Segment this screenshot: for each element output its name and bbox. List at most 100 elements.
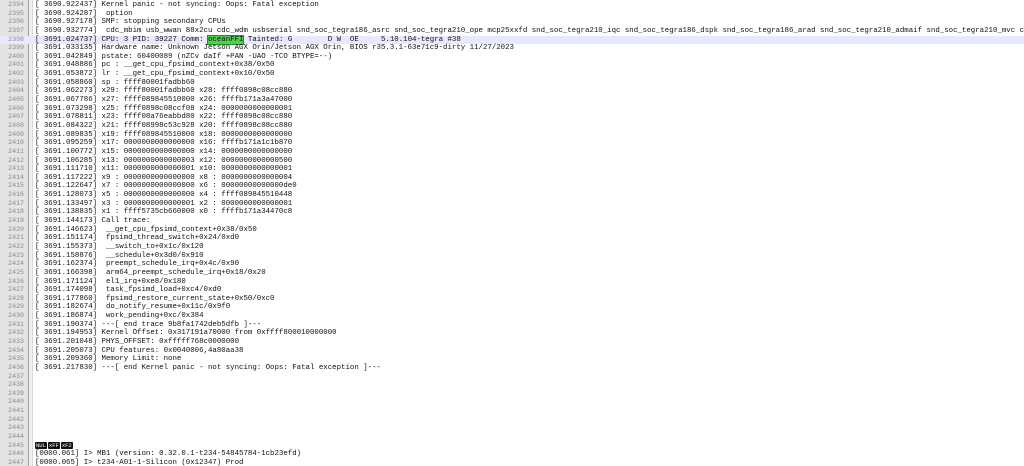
line-text: [ 3691.073298] x25: ffff0898c08ccf08 x24… <box>35 104 293 113</box>
editor-line[interactable]: 2429 [ 3691.182674] do_notify_resume+0x11… <box>0 303 1024 312</box>
line-text: [ 3691.158876] __schedule+0x3d0/0x910 <box>35 251 204 260</box>
editor-line[interactable]: 2406 [ 3691.073298] x25: ffff0898c08ccf08… <box>0 105 1024 114</box>
line-number: 2413 <box>8 165 24 173</box>
editor-line[interactable]: 2412 [ 3691.106285] x13: 0000000000000003… <box>0 157 1024 166</box>
editor-line[interactable]: 2402 [ 3691.053872] lr : __get_cpu_fpsimd… <box>0 70 1024 79</box>
search-match-highlight: oceanFFI <box>206 34 245 45</box>
line-number: 2422 <box>8 242 24 250</box>
editor-line[interactable]: 2410 [ 3691.095259] x17: 0000000000000000… <box>0 139 1024 148</box>
line-number: 2407 <box>8 113 24 121</box>
line-number: 2428 <box>8 294 24 302</box>
editor-line[interactable]: 2432 [ 3691.194953] Kernel Offset: 0x3171… <box>0 329 1024 338</box>
editor-line[interactable]: 2433 [ 3691.201048] PHYS_OFFSET: 0xfffff7… <box>0 338 1024 347</box>
editor-line[interactable]: 2438 <box>0 381 1024 390</box>
editor-line[interactable]: 2439 <box>0 390 1024 399</box>
line-number: 2432 <box>8 329 24 337</box>
editor-line[interactable]: 2431 [ 3691.190374] ---[ end trace 9b8fa1… <box>0 321 1024 330</box>
editor-line[interactable]: 2409 [ 3691.089835] x19: ffff089845510000… <box>0 131 1024 140</box>
editor-line[interactable]: 2417 [ 3691.133497] x3 : 0000000000000001… <box>0 200 1024 209</box>
line-text: [ 3691.053872] lr : __get_cpu_fpsimd_con… <box>35 70 275 79</box>
line-number: 2433 <box>8 337 24 345</box>
line-number: 2434 <box>8 346 24 354</box>
editor-line[interactable]: 2418 [ 3691.138835] x1 : ffff5735cb660000… <box>0 208 1024 217</box>
editor-line[interactable]: 2436 [ 3691.217830] ---[ end Kernel panic… <box>0 364 1024 373</box>
line-text: [ 3691.177860] fpsimd_restore_current_st… <box>35 294 275 303</box>
editor-line[interactable]: 2440 <box>0 398 1024 407</box>
editor-line[interactable]: 2416 [ 3691.128073] x5 : 0000000000000000… <box>0 191 1024 200</box>
editor-line[interactable]: 2447 [0000.065] I> t234-A01-1-Silicon (0x… <box>0 459 1024 466</box>
line-number: 2412 <box>8 156 24 164</box>
line-text: [ 3691.166398] arm64_preempt_schedule_ir… <box>35 268 266 277</box>
editor-line[interactable]: 2408 [ 3691.084322] x21: ffff08998c53c928… <box>0 122 1024 131</box>
editor-line[interactable]: 2394 [ 3690.922437] Kernel panic - not sy… <box>0 1 1024 10</box>
line-text: [ 3691.042849] pstate: 60400089 (nZCv da… <box>35 52 333 61</box>
editor-line[interactable]: 2404 [ 3691.062273] x29: ffff80001fadbb60… <box>0 87 1024 96</box>
line-text: [ 3691.155373] __switch_to+0x1c/0x120 <box>35 242 204 251</box>
line-number: 2437 <box>8 372 24 380</box>
line-text: [ 3691.138835] x1 : ffff5735cb660000 x0 … <box>35 208 293 217</box>
editor-line[interactable]: 2421 [ 3691.151174] fpsimd_thread_switch+… <box>0 234 1024 243</box>
editor-line[interactable]: 2399 [ 3691.033135] Hardware name: Unknow… <box>0 44 1024 53</box>
line-number: 2420 <box>8 225 24 233</box>
line-text: [ 3691.033135] Hardware name: Unknown Je… <box>35 44 514 53</box>
editor-line[interactable]: 2442 <box>0 416 1024 425</box>
line-number: 2403 <box>8 78 24 86</box>
line-number: 2425 <box>8 268 24 276</box>
editor-line[interactable]: 2430 [ 3691.186874] work_pending+0xc/0x38… <box>0 312 1024 321</box>
editor-line[interactable]: 2403 [ 3691.058860] sp : ffff80001fadbb60 <box>0 79 1024 88</box>
line-text: [ 3691.058860] sp : ffff80001fadbb60 <box>35 78 195 87</box>
editor-line[interactable]: 2427 [ 3691.174098] task_fpsimd_load+0xc4… <box>0 286 1024 295</box>
editor-line[interactable]: 2422 [ 3691.155373] __switch_to+0x1c/0x12… <box>0 243 1024 252</box>
editor-line[interactable]: 2425 [ 3691.166398] arm64_preempt_schedul… <box>0 269 1024 278</box>
line-text: [0000.061] I> MB1 (version: 0.32.0.1-t23… <box>35 450 302 459</box>
line-number: 2416 <box>8 191 24 199</box>
editor-line[interactable]: 2400 [ 3691.042849] pstate: 60400089 (nZC… <box>0 53 1024 62</box>
editor-line[interactable]: 2401 [ 3691.048886] pc : __get_cpu_fpsimd… <box>0 61 1024 70</box>
control-char-marker: xFF <box>47 441 60 449</box>
editor-line[interactable]: 2424 [ 3691.162374] preempt_schedule_irq+… <box>0 260 1024 269</box>
editor-line[interactable]: 2434 [ 3691.205073] CPU features: 0x00400… <box>0 347 1024 356</box>
line-text: [ 3691.162374] preempt_schedule_irq+0x4c… <box>35 260 240 269</box>
line-text: [ 3691.194953] Kernel Offset: 0x317191a7… <box>35 329 337 338</box>
editor-line[interactable]: 2446 [0000.061] I> MB1 (version: 0.32.0.1… <box>0 450 1024 459</box>
editor-line[interactable]: 2397 [ 3690.932774] cdc_mbim usb_wwan 88x… <box>0 27 1024 36</box>
editor-line[interactable]: 2445 NUL xFF xF2 <box>0 441 1024 451</box>
line-number: 2431 <box>8 320 24 328</box>
line-text: [ 3691.190374] ---[ end trace 9b8fa1742d… <box>35 320 262 329</box>
line-text: [ 3690.927178] SMP: stopping secondary C… <box>35 18 226 27</box>
editor-line[interactable]: 2411 [ 3691.100772] x15: 0000000000000000… <box>0 148 1024 157</box>
line-text: [0000.065] I> t234-A01-1-Silicon (0x1234… <box>35 458 244 466</box>
editor-line[interactable]: 2419 [ 3691.144173] Call trace: <box>0 217 1024 226</box>
editor-line[interactable]: 2423 [ 3691.158876] __schedule+0x3d0/0x91… <box>0 252 1024 261</box>
line-number: 2417 <box>8 199 24 207</box>
editor-line[interactable]: 2435 [ 3691.209360] Memory Limit: none <box>0 355 1024 364</box>
text-editor[interactable]: 2394 [ 3690.922437] Kernel panic - not sy… <box>0 0 1024 466</box>
editor-line[interactable]: 2437 <box>0 373 1024 382</box>
line-number: 2395 <box>8 9 24 17</box>
editor-line[interactable]: 2396 [ 3690.927178] SMP: stopping seconda… <box>0 18 1024 27</box>
line-number: 2427 <box>8 286 24 294</box>
editor-line[interactable]: 2413 [ 3691.111710] x11: 0000000000000001… <box>0 165 1024 174</box>
line-text: [ 3691.062273] x29: ffff80001fadbb60 x28… <box>35 87 293 96</box>
editor-line[interactable]: 2415 [ 3691.122647] x7 : 0000000000000000… <box>0 182 1024 191</box>
editor-line[interactable]: 2428 [ 3691.177860] fpsimd_restore_curren… <box>0 295 1024 304</box>
editor-line[interactable]: 2443 <box>0 424 1024 433</box>
line-number: 2396 <box>8 18 24 26</box>
editor-line[interactable]: 2420 [ 3691.146623] __get_cpu_fpsimd_cont… <box>0 226 1024 235</box>
line-text: [ 3691.133497] x3 : 0000000000000001 x2 … <box>35 199 293 208</box>
editor-content[interactable]: 2394 [ 3690.922437] Kernel panic - not sy… <box>0 1 1024 466</box>
editor-line[interactable]: 2414 [ 3691.117222] x9 : 0000000000000000… <box>0 174 1024 183</box>
line-number: 2424 <box>8 260 24 268</box>
line-text: [ 3691.084322] x21: ffff08998c53c928 x20… <box>35 121 293 130</box>
editor-line[interactable]: 2407 [ 3691.078811] x23: ffff08a76eabbd80… <box>0 113 1024 122</box>
line-number: 2405 <box>8 96 24 104</box>
line-text: [ 3691.186874] work_pending+0xc/0x384 <box>35 312 204 321</box>
editor-line[interactable]: 2405 [ 3691.067786] x27: ffff089845510000… <box>0 96 1024 105</box>
editor-line[interactable]: 2398 [ 3691.024737] CPU: 3 PID: 39227 Com… <box>0 34 1024 45</box>
editor-line[interactable]: 2441 <box>0 407 1024 416</box>
editor-line[interactable]: 2444 <box>0 433 1024 442</box>
editor-line[interactable]: 2426 [ 3691.171124] el1_irq+0xe8/0x180 <box>0 278 1024 287</box>
editor-line[interactable]: 2395 [ 3690.924287] option <box>0 10 1024 19</box>
line-number: 2402 <box>8 70 24 78</box>
line-text: [ 3691.024737] CPU: 3 PID: 39227 Comm: o… <box>35 34 461 45</box>
